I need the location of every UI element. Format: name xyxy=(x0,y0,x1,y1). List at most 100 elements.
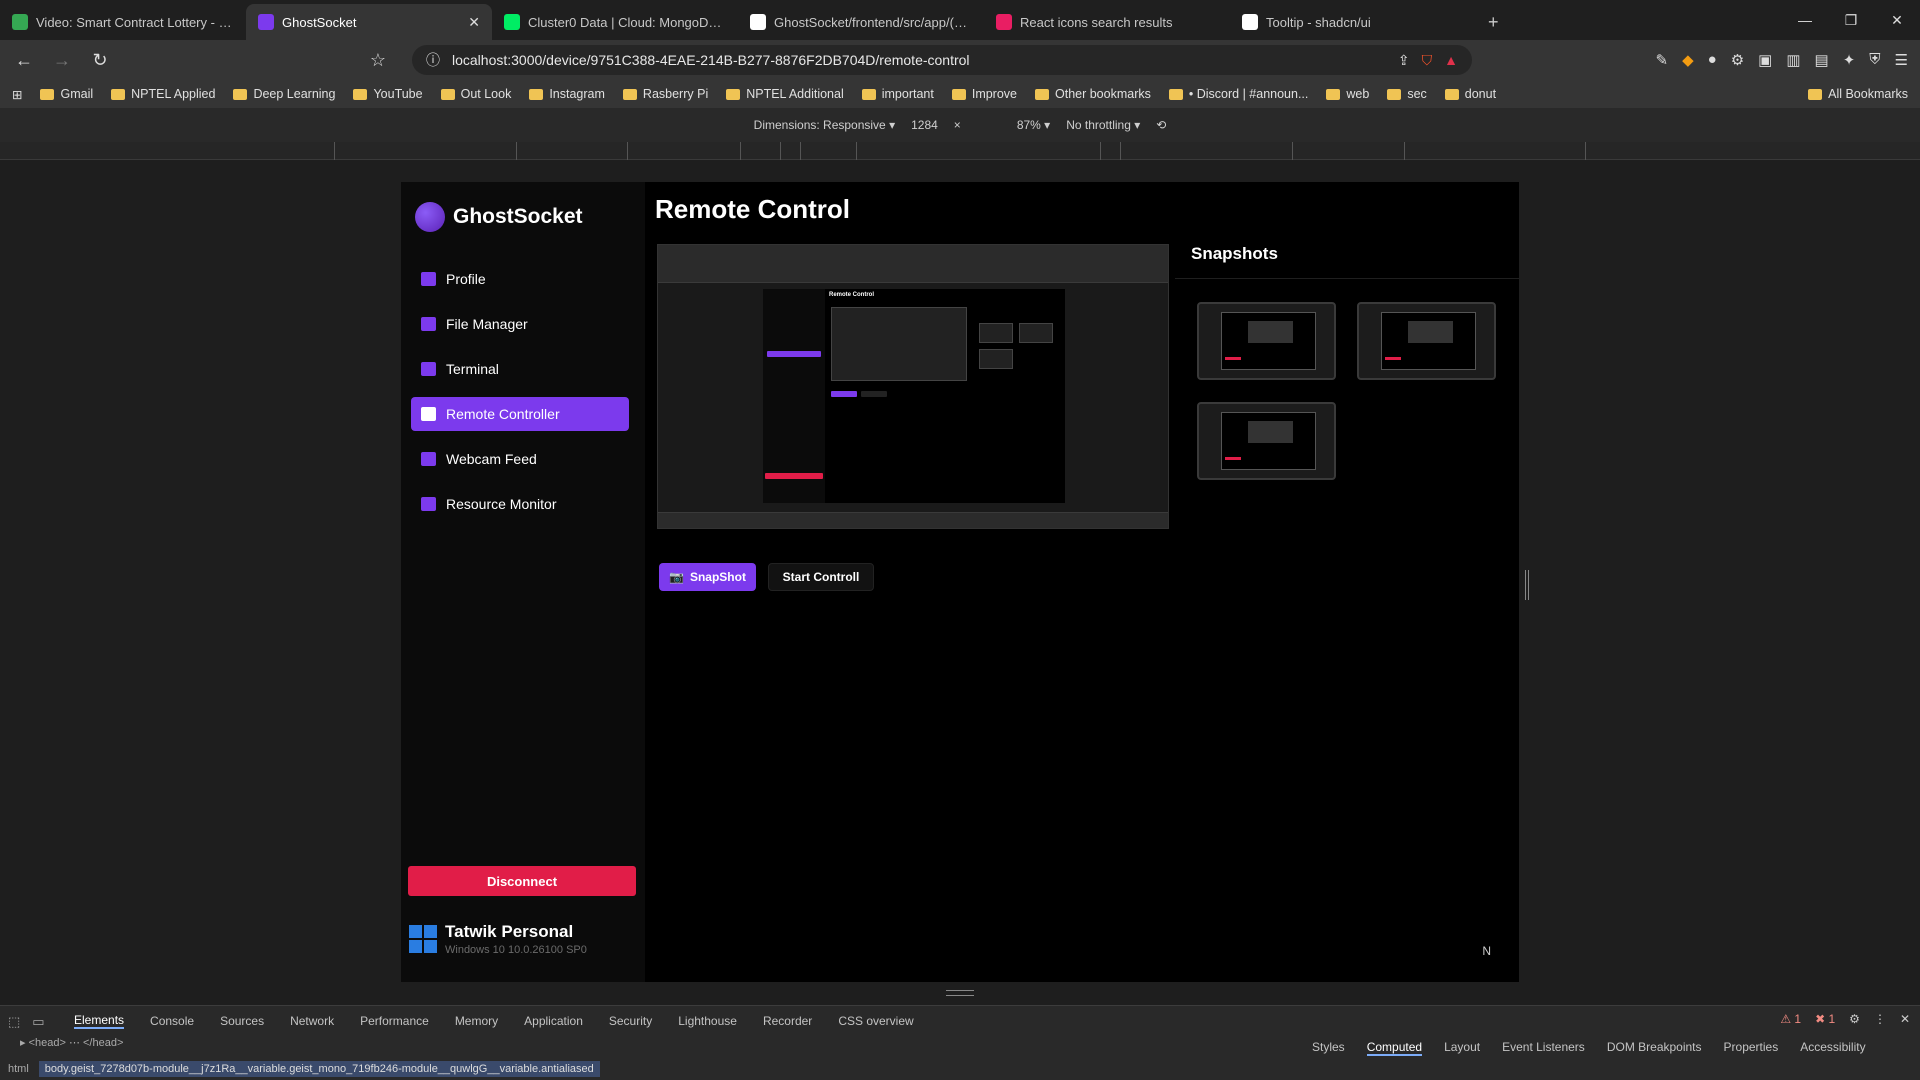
zoom-select[interactable]: 87% ▾ xyxy=(1017,118,1050,132)
share-icon[interactable]: ⇪ xyxy=(1398,52,1410,69)
snapshot-thumbnail[interactable] xyxy=(1197,402,1336,480)
remote-screen-view[interactable]: Remote Control xyxy=(657,244,1169,529)
devtools-pane-tab[interactable]: Accessibility xyxy=(1800,1040,1865,1056)
close-devtools-icon[interactable]: ✕ xyxy=(1900,1012,1910,1026)
devtools-pane-tab[interactable]: Styles xyxy=(1312,1040,1345,1056)
snapshot-thumbnail[interactable] xyxy=(1357,302,1496,380)
bookmark-item[interactable]: NPTEL Applied xyxy=(111,87,215,101)
sidebar-item-terminal[interactable]: Terminal xyxy=(411,352,629,386)
nextjs-indicator[interactable]: N xyxy=(1482,944,1491,958)
bookmark-item[interactable]: YouTube xyxy=(353,87,423,101)
browser-tab[interactable]: GhostSocket/frontend/src/app/(ghos xyxy=(738,4,984,40)
nav-icon xyxy=(421,317,436,331)
crumb-body[interactable]: body.geist_7278d07b-module__j7z1Ra__vari… xyxy=(38,1061,600,1077)
bookmark-page-icon[interactable]: ☆ xyxy=(366,50,390,71)
more-icon[interactable]: ⋮ xyxy=(1874,1012,1886,1026)
bookmark-item[interactable]: web xyxy=(1326,87,1369,101)
bookmark-item[interactable]: sec xyxy=(1387,87,1427,101)
devtools-tab[interactable]: CSS overview xyxy=(838,1014,913,1028)
menu-icon[interactable]: ☰ xyxy=(1895,51,1908,69)
apps-icon[interactable]: ⊞ xyxy=(12,87,22,102)
minimize-icon[interactable]: — xyxy=(1782,0,1828,40)
bookmark-item[interactable]: Gmail xyxy=(40,87,93,101)
browser-tab[interactable]: GhostSocket ✕ xyxy=(246,4,492,40)
screenshot-icon[interactable]: ▣ xyxy=(1758,51,1772,69)
brave-shield-icon[interactable]: ⛉ xyxy=(1422,52,1433,69)
devtools-pane-tab[interactable]: Event Listeners xyxy=(1502,1040,1585,1056)
devtools-pane-tab[interactable]: Properties xyxy=(1724,1040,1779,1056)
crumb-html[interactable]: html xyxy=(8,1063,29,1075)
extensions-icon[interactable]: ⚙ xyxy=(1731,51,1744,69)
browser-tab[interactable]: Video: Smart Contract Lottery - Impl xyxy=(0,4,246,40)
bookmark-item[interactable]: Instagram xyxy=(529,87,605,101)
devtools-tab[interactable]: Memory xyxy=(455,1014,498,1028)
inspect-icon[interactable]: ⬚ xyxy=(8,1014,20,1030)
browser-tab[interactable]: React icons search results xyxy=(984,4,1230,40)
dimensions-select[interactable]: Dimensions: Responsive ▾ xyxy=(754,118,895,132)
devtools-tab[interactable]: Recorder xyxy=(763,1014,812,1028)
browser-tab[interactable]: Tooltip - shadcn/ui xyxy=(1230,4,1476,40)
viewport-resize-handle-bottom[interactable] xyxy=(946,990,974,996)
devtools-tab[interactable]: Elements xyxy=(74,1013,125,1029)
snapshot-thumbnail[interactable] xyxy=(1197,302,1336,380)
devtools-tab[interactable]: Security xyxy=(609,1014,652,1028)
devtools-pane-tab[interactable]: Layout xyxy=(1444,1040,1480,1056)
bookmark-item[interactable]: important xyxy=(861,87,934,101)
vpn-icon[interactable]: ⛨ xyxy=(1869,51,1880,69)
devtools-pane-tab[interactable]: DOM Breakpoints xyxy=(1607,1040,1702,1056)
error-count[interactable]: ✖ 1 xyxy=(1815,1012,1835,1026)
bookmark-item[interactable]: Rasberry Pi xyxy=(622,87,708,101)
reload-icon[interactable]: ↻ xyxy=(88,50,112,71)
brand[interactable]: GhostSocket xyxy=(415,202,583,232)
leo-icon[interactable]: ✦ xyxy=(1843,51,1856,69)
start-control-button[interactable]: Start Controll xyxy=(768,563,874,591)
devtools-tab[interactable]: Console xyxy=(150,1014,194,1028)
devtools-pane-tab[interactable]: Computed xyxy=(1366,1040,1423,1056)
sidebar-item-webcam-feed[interactable]: Webcam Feed xyxy=(411,442,629,476)
sidebar-item-resource-monitor[interactable]: Resource Monitor xyxy=(411,487,629,521)
tab-title: Video: Smart Contract Lottery - Impl xyxy=(36,14,234,30)
bookmark-item[interactable]: NPTEL Additional xyxy=(726,87,844,101)
devtools-tab[interactable]: Application xyxy=(524,1014,583,1028)
all-bookmarks[interactable]: All Bookmarks xyxy=(1808,87,1908,101)
bookmark-item[interactable]: Improve xyxy=(951,87,1017,101)
snapshot-button[interactable]: 📷 SnapShot xyxy=(659,563,756,591)
new-tab-icon[interactable]: + xyxy=(1476,4,1511,40)
dom-tree-line[interactable]: ▸ <head> ⋯ </head> xyxy=(0,1036,1300,1056)
throttling-select[interactable]: No throttling ▾ xyxy=(1066,118,1140,132)
restore-icon[interactable]: ❐ xyxy=(1828,0,1874,40)
close-tab-icon[interactable]: ✕ xyxy=(468,14,480,31)
rotate-icon[interactable]: ⟲ xyxy=(1156,118,1166,132)
sidebar-item-file-manager[interactable]: File Manager xyxy=(411,307,629,341)
warning-count[interactable]: ⚠ 1 xyxy=(1780,1012,1801,1026)
wallet-icon[interactable]: ▤ xyxy=(1815,51,1829,69)
sidebar-icon[interactable]: ▥ xyxy=(1786,51,1800,69)
devtools-tab[interactable]: Network xyxy=(290,1014,334,1028)
width-input[interactable]: 1284 xyxy=(911,118,938,132)
devtools-tab[interactable]: Lighthouse xyxy=(678,1014,737,1028)
device-toggle-icon[interactable]: ▭ xyxy=(32,1014,44,1030)
close-window-icon[interactable]: ✕ xyxy=(1874,0,1920,40)
browser-tab[interactable]: Cluster0 Data | Cloud: MongoDB Clo xyxy=(492,4,738,40)
bookmark-item[interactable]: donut xyxy=(1444,87,1496,101)
disconnect-button[interactable]: Disconnect xyxy=(408,866,636,896)
forward-icon[interactable]: → xyxy=(50,50,74,71)
sidebar-item-profile[interactable]: Profile xyxy=(411,262,629,296)
viewport-resize-handle-right[interactable] xyxy=(1525,570,1529,600)
device-name: Tatwik Personal xyxy=(445,922,574,941)
devtools-tab[interactable]: Performance xyxy=(360,1014,429,1028)
extension-a-icon[interactable]: ● xyxy=(1708,51,1717,69)
pen-icon[interactable]: ✎ xyxy=(1656,51,1669,69)
brave-rewards-icon[interactable]: ▲ xyxy=(1444,52,1458,68)
devtools-tab[interactable]: Sources xyxy=(220,1014,264,1028)
address-bar[interactable]: ⓘ localhost:3000/device/9751C388-4EAE-21… xyxy=(412,45,1472,75)
extension-fox-icon[interactable]: ◆ xyxy=(1682,51,1694,69)
sidebar-item-remote-controller[interactable]: Remote Controller xyxy=(411,397,629,431)
bookmark-item[interactable]: Other bookmarks xyxy=(1035,87,1151,101)
bookmark-item[interactable]: Out Look xyxy=(440,87,511,101)
settings-icon[interactable]: ⚙ xyxy=(1849,1012,1860,1026)
bookmark-item[interactable]: Deep Learning xyxy=(233,87,335,101)
bookmark-item[interactable]: • Discord | #announ... xyxy=(1168,87,1308,101)
back-icon[interactable]: ← xyxy=(12,50,36,71)
site-info-icon[interactable]: ⓘ xyxy=(426,50,440,70)
